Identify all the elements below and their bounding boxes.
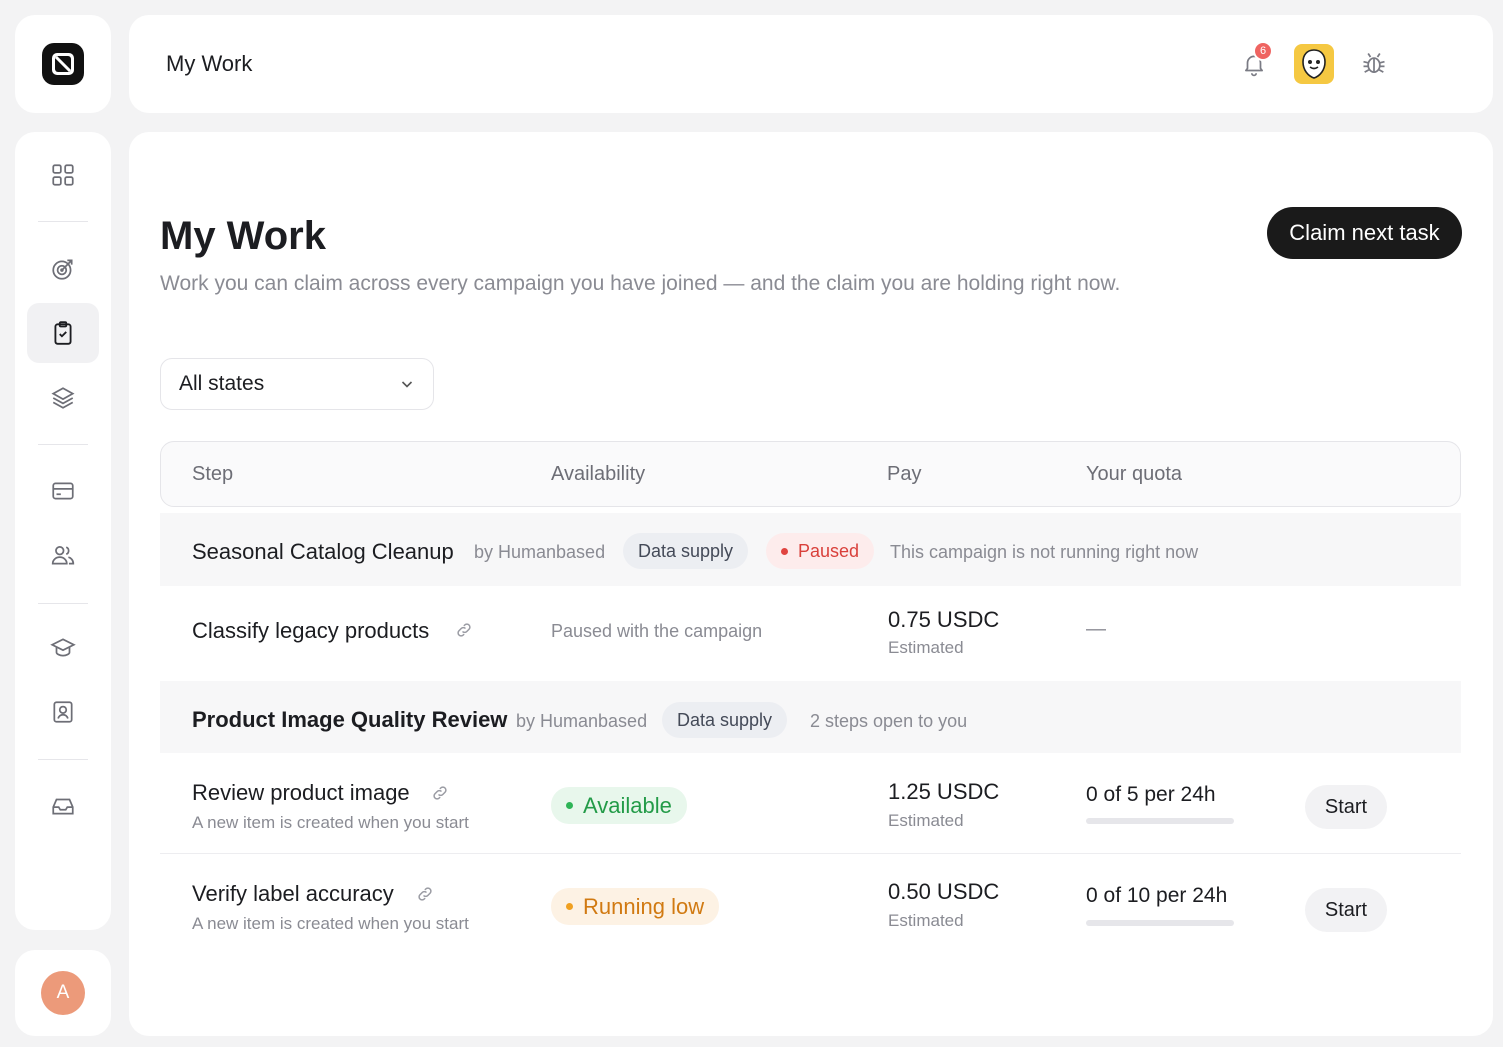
column-header-availability: Availability xyxy=(551,463,646,485)
pay-label: Estimated xyxy=(888,911,964,930)
campaign-note: 2 steps open to you xyxy=(810,711,968,731)
start-button[interactable]: Start xyxy=(1305,785,1387,829)
pay-amount: 1.25 USDC xyxy=(888,779,1000,804)
task-description: A new item is created when you start xyxy=(192,813,469,832)
quota-progress-bar xyxy=(1086,920,1234,926)
campaign-group-row: Product Image Quality Review by Humanbas… xyxy=(160,681,1461,753)
link-icon[interactable] xyxy=(455,621,473,639)
sidebar-item-profile[interactable] xyxy=(27,682,99,742)
status-dot xyxy=(566,903,573,910)
campaign-group-row: Seasonal Catalog Cleanup by Humanbased D… xyxy=(160,513,1461,586)
availability-badge: Available xyxy=(551,787,687,824)
state-filter-value: All states xyxy=(179,372,265,395)
avatar[interactable]: A xyxy=(41,971,85,1015)
state-filter-select[interactable]: All states xyxy=(160,358,434,410)
campaign-note: This campaign is not running right now xyxy=(890,542,1199,562)
column-header-step: Step xyxy=(192,463,234,485)
status-dot xyxy=(566,802,573,809)
quota-empty: — xyxy=(1086,618,1106,640)
page-title: My Work xyxy=(160,214,326,258)
chevron-down-icon xyxy=(401,381,413,388)
sidebar-item-payments[interactable] xyxy=(27,461,99,521)
sidebar-item-teams[interactable] xyxy=(27,525,99,585)
task-name[interactable]: Verify label accuracy xyxy=(192,881,394,907)
mascot-icon xyxy=(1294,44,1334,84)
quota-text: 0 of 5 per 24h xyxy=(1086,783,1216,806)
campaign-name[interactable]: Product Image Quality Review xyxy=(192,707,507,733)
table-row: Classify legacy products Paused with the… xyxy=(160,586,1461,681)
contact-badge-icon xyxy=(53,701,73,723)
inbox-icon xyxy=(52,798,74,815)
pay-label: Estimated xyxy=(888,811,964,830)
notification-badge: 6 xyxy=(1253,41,1273,61)
logo-panel xyxy=(15,15,111,113)
status-dot xyxy=(781,547,788,555)
task-description: A new item is created when you start xyxy=(192,914,469,933)
logo-icon xyxy=(52,53,74,75)
table-row: Review product image A new item is creat… xyxy=(160,753,1461,853)
dashboard-grid-icon xyxy=(52,164,74,186)
link-icon[interactable] xyxy=(431,784,449,802)
status-badge-label: Paused xyxy=(798,540,860,561)
notifications-button[interactable]: 6 xyxy=(1233,41,1275,85)
table-row: Verify label accuracy A new item is crea… xyxy=(160,853,1461,955)
column-header-pay: Pay xyxy=(887,463,922,485)
top-bar-title: My Work xyxy=(166,51,253,76)
page-subtitle: Work you can claim across every campaign… xyxy=(160,272,1121,295)
claim-next-task-button[interactable]: Claim next task xyxy=(1267,207,1462,259)
sidebar xyxy=(15,132,111,930)
users-icon xyxy=(51,546,75,565)
pay-label: Estimated xyxy=(888,638,964,657)
sidebar-item-my-work[interactable] xyxy=(27,303,99,363)
user-panel: A xyxy=(15,950,111,1036)
campaign-owner: by Humanbased xyxy=(516,711,648,731)
app-logo[interactable] xyxy=(42,43,84,85)
sidebar-divider xyxy=(38,759,88,760)
debug-button[interactable] xyxy=(1353,43,1395,85)
main-content: My Work Work you can claim across every … xyxy=(129,132,1493,1036)
graduation-cap-icon xyxy=(50,638,76,657)
pay-amount: 0.50 USDC xyxy=(888,879,1000,904)
sidebar-item-inbox[interactable] xyxy=(27,776,99,836)
campaign-tag: Data supply xyxy=(623,533,749,569)
column-header-quota: Your quota xyxy=(1086,463,1183,485)
sidebar-item-dashboard[interactable] xyxy=(27,145,99,205)
quota-progress-bar xyxy=(1086,818,1234,824)
layers-icon xyxy=(51,387,75,409)
availability-text: Paused with the campaign xyxy=(551,621,763,641)
top-bar: My Work 6 xyxy=(129,15,1493,113)
credit-card-icon xyxy=(52,482,74,500)
status-badge: Paused xyxy=(766,533,875,569)
bug-icon xyxy=(1363,53,1385,74)
task-name[interactable]: Review product image xyxy=(192,780,410,806)
sidebar-item-training[interactable] xyxy=(27,618,99,678)
table-header: Step Availability Pay Your quota xyxy=(160,441,1461,507)
pay-amount: 0.75 USDC xyxy=(888,607,1000,632)
start-button[interactable]: Start xyxy=(1305,888,1387,932)
sidebar-item-datasets[interactable] xyxy=(27,368,99,428)
campaign-owner: by Humanbased xyxy=(474,542,606,562)
availability-badge-label: Running low xyxy=(583,893,705,919)
campaign-tag: Data supply xyxy=(662,702,788,738)
mascot-button[interactable] xyxy=(1293,43,1335,85)
sidebar-divider xyxy=(38,603,88,604)
quota-text: 0 of 10 per 24h xyxy=(1086,884,1228,907)
availability-badge-label: Available xyxy=(583,792,672,818)
target-icon xyxy=(52,259,73,280)
availability-badge: Running low xyxy=(551,888,720,925)
clipboard-check-icon xyxy=(54,321,72,345)
link-icon[interactable] xyxy=(416,885,434,903)
task-name[interactable]: Classify legacy products xyxy=(192,618,429,644)
sidebar-item-campaigns[interactable] xyxy=(27,239,99,299)
sidebar-divider xyxy=(38,221,88,222)
campaign-name[interactable]: Seasonal Catalog Cleanup xyxy=(192,539,454,565)
sidebar-divider xyxy=(38,444,88,445)
top-bar-actions: 6 xyxy=(1233,41,1395,85)
